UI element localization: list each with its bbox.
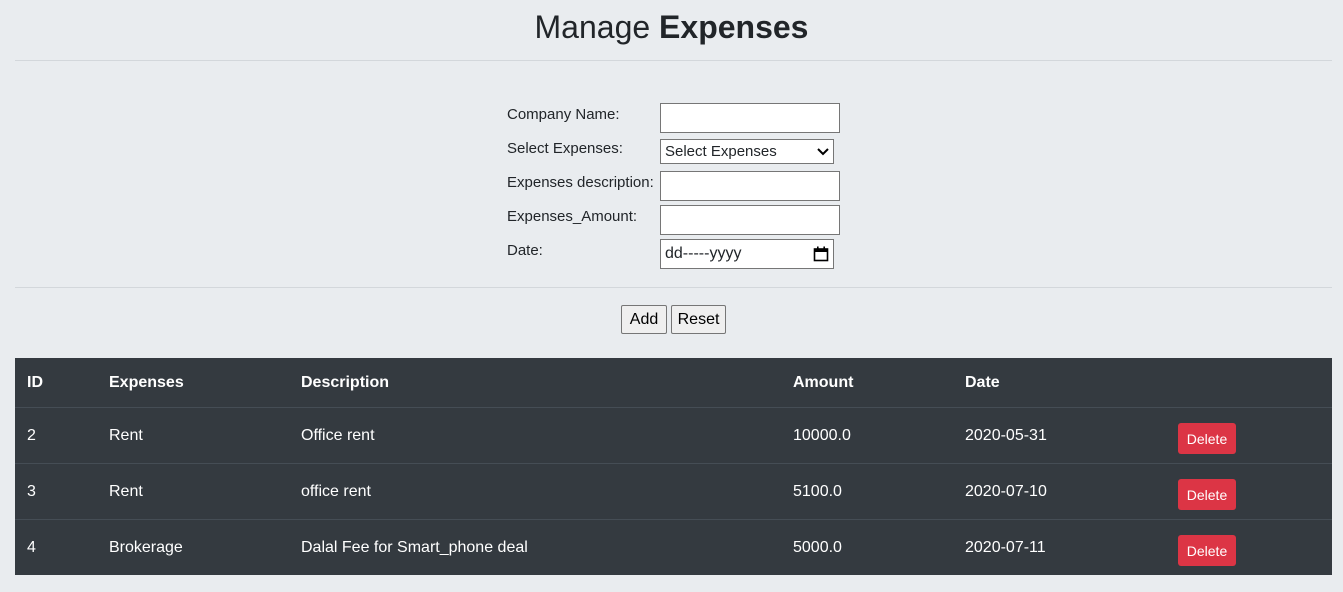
date-label: Date: [507,242,543,259]
delete-button[interactable]: Delete [1178,423,1236,454]
row-date: 2020-07-10 [965,482,1047,500]
divider-top [15,60,1332,61]
delete-button[interactable]: Delete [1178,479,1236,510]
expenses-amount-label: Expenses_Amount: [507,208,638,225]
row-amount: 10000.0 [793,426,851,444]
date-input[interactable]: dd-----yyyy [660,239,834,269]
chevron-down-icon [817,147,829,155]
delete-button[interactable]: Delete [1178,535,1236,566]
row-id: 3 [27,482,36,500]
select-expenses-value: Select Expenses [665,143,777,160]
expenses-description-label: Expenses description: [507,174,654,191]
date-placeholder: dd-----yyyy [665,245,742,262]
header-date: Date [965,374,1000,391]
title-regular: Manage [534,9,651,45]
row-description: Office rent [301,426,375,444]
header-amount: Amount [793,374,854,391]
company-name-label: Company Name: [507,106,620,123]
add-button[interactable]: Add [621,305,667,334]
select-expenses-label: Select Expenses: [507,140,623,157]
expenses-description-input[interactable] [660,171,840,201]
row-amount: 5000.0 [793,538,842,556]
row-expense: Brokerage [109,538,183,556]
calendar-icon[interactable] [813,246,829,262]
row-expense: Rent [109,482,143,500]
reset-button[interactable]: Reset [671,305,726,334]
row-description: Dalal Fee for Smart_phone deal [301,538,528,556]
expenses-amount-input[interactable] [660,205,840,235]
title-bold: Expenses [659,9,809,45]
row-date: 2020-05-31 [965,426,1047,444]
table-header-row: ID Expenses Description Amount Date [15,358,1332,408]
row-id: 4 [27,538,36,556]
expenses-table: ID Expenses Description Amount Date 2 Re… [15,358,1332,575]
row-expense: Rent [109,426,143,444]
row-date: 2020-07-11 [965,538,1046,556]
header-expenses: Expenses [109,374,184,391]
page-title: Manage Expenses [0,6,1343,48]
table-row: 2 Rent Office rent 10000.0 2020-05-31 De… [15,407,1332,463]
header-id: ID [27,374,43,391]
table-row: 3 Rent office rent 5100.0 2020-07-10 Del… [15,463,1332,519]
row-action-cell: Delete [1178,464,1236,519]
row-action-cell: Delete [1178,408,1236,463]
row-action-cell: Delete [1178,520,1236,575]
row-description: office rent [301,482,371,500]
select-expenses-dropdown[interactable]: Select Expenses [660,139,834,164]
row-id: 2 [27,426,36,444]
table-row: 4 Brokerage Dalal Fee for Smart_phone de… [15,519,1332,575]
company-name-input[interactable] [660,103,840,133]
row-amount: 5100.0 [793,482,842,500]
divider-bottom [15,287,1332,288]
header-description: Description [301,374,390,391]
